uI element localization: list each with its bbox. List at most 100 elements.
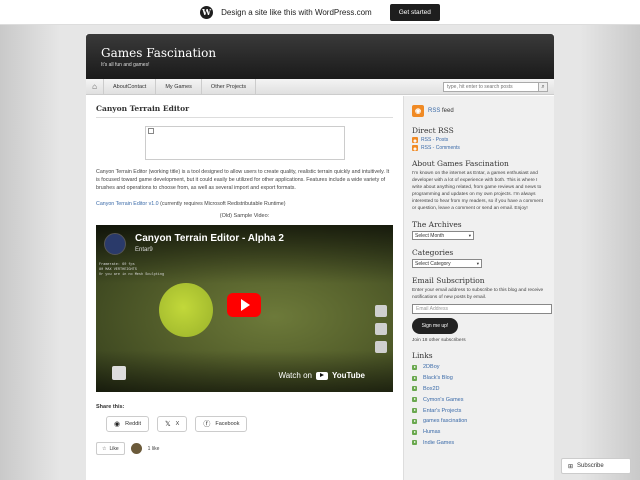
watch-on-label: Watch on: [278, 371, 312, 380]
youtube-logo-icon: [315, 371, 328, 380]
tool-thumbnail-icon: [112, 366, 126, 380]
link-label[interactable]: Humas: [423, 429, 440, 435]
site-title[interactable]: Games Fascination: [101, 46, 554, 60]
email-subscription-title: Email Subscription: [412, 276, 485, 285]
rss-posts-link[interactable]: RSS - Posts: [421, 137, 448, 143]
youtube-wordmark: YouTube: [331, 371, 365, 380]
chevron-down-icon: ▾: [476, 260, 479, 266]
link-item[interactable]: Cymon's Games: [412, 394, 546, 405]
share-heading: Share this:: [96, 404, 125, 410]
bullet-arrow-icon: [412, 397, 417, 403]
subscribe-button[interactable]: ⊞ Subscribe: [561, 458, 631, 474]
nav-item-my-games[interactable]: My Games: [156, 78, 202, 95]
subscribe-label: Subscribe: [577, 463, 604, 469]
links-title: Links: [412, 351, 433, 360]
email-subscription-text: Enter your email address to subscribe to…: [412, 288, 544, 300]
share-facebook-button[interactable]: ⓕ Facebook: [195, 416, 248, 432]
play-icon: [240, 299, 250, 311]
chevron-down-icon: ▾: [468, 232, 471, 238]
share-label: Reddit: [125, 421, 142, 427]
link-label[interactable]: Box2D: [423, 386, 440, 392]
tool-icon: [375, 305, 387, 317]
wordpress-logo-icon[interactable]: W: [200, 5, 214, 19]
sign-me-up-button[interactable]: Sign me up!: [412, 318, 458, 334]
like-row: ☆ Like 1 like: [96, 442, 393, 455]
link-item[interactable]: Humas: [412, 427, 546, 438]
categories-title: Categories: [412, 248, 454, 257]
link-label[interactable]: Black's Blog: [423, 375, 453, 381]
download-link[interactable]: Canyon Terrain Editor v1.0: [96, 201, 159, 207]
search-input[interactable]: [443, 82, 539, 92]
sidebar: ◉ RSS feed Direct RSS ◉ RSS - Posts ◉ RS…: [403, 96, 554, 480]
bullet-arrow-icon: [412, 364, 417, 370]
share-reddit-button[interactable]: ◉ Reddit: [106, 416, 150, 432]
channel-avatar[interactable]: [104, 233, 126, 255]
post-title[interactable]: Canyon Terrain Editor: [96, 104, 393, 118]
play-button[interactable]: [227, 293, 261, 317]
rss-icon: ◉: [412, 145, 418, 151]
link-label[interactable]: 2DBoy: [423, 364, 440, 370]
tool-icon: [375, 323, 387, 335]
subscriber-count: Join 18 other subscribers: [412, 338, 466, 343]
like-label: Like: [109, 445, 119, 452]
about-title: About Games Fascination: [412, 159, 509, 168]
share-x-button[interactable]: 𝕏 X: [157, 416, 188, 432]
direct-rss-title: Direct RSS: [412, 126, 454, 135]
broken-image-icon: [148, 128, 154, 134]
link-label[interactable]: games fascination: [423, 418, 467, 424]
liker-avatar[interactable]: [130, 443, 142, 454]
link-item[interactable]: Entar's Projects: [412, 405, 546, 416]
x-icon: 𝕏: [165, 421, 171, 428]
archives-selected: Select Month: [415, 232, 445, 239]
nav-item-about-contact[interactable]: AboutContact: [104, 78, 157, 95]
main-content: Canyon Terrain Editor Canyon Terrain Edi…: [96, 104, 393, 480]
video-title[interactable]: Canyon Terrain Editor - Alpha 2: [135, 233, 284, 244]
get-started-button[interactable]: Get started: [389, 3, 440, 21]
rss-label[interactable]: RSS: [428, 108, 440, 114]
bullet-arrow-icon: [412, 429, 417, 435]
rss-icon[interactable]: ◉: [412, 105, 424, 117]
youtube-video-embed[interactable]: Framerate: 60 fps 80 MAX VERTHEIGHTS Or …: [96, 225, 393, 392]
rss-comments-link[interactable]: RSS - Comments: [421, 145, 460, 151]
search-icon[interactable]: ⌕: [539, 82, 548, 92]
page-container: Games Fascination It's all fun and games…: [86, 34, 554, 480]
facebook-icon: ⓕ: [203, 421, 211, 428]
rss-comments-row[interactable]: ◉ RSS - Comments: [412, 145, 546, 151]
nav-item-other-projects[interactable]: Other Projects: [202, 78, 257, 95]
home-icon[interactable]: ⌂: [86, 78, 104, 95]
bullet-arrow-icon: [412, 440, 417, 446]
rss-feed-row: ◉ RSS feed: [412, 104, 546, 118]
reddit-icon: ◉: [114, 421, 121, 428]
bullet-arrow-icon: [412, 408, 417, 414]
download-paragraph: Canyon Terrain Editor v1.0 (currently re…: [96, 200, 393, 208]
link-item[interactable]: Box2D: [412, 384, 546, 395]
bullet-arrow-icon: [412, 386, 417, 392]
email-field[interactable]: Email Address: [412, 304, 552, 314]
share-buttons: ◉ Reddit 𝕏 X ⓕ Facebook: [106, 416, 393, 432]
star-icon: ☆: [102, 445, 107, 452]
rss-suffix: feed: [440, 108, 454, 114]
link-item[interactable]: games fascination: [412, 416, 546, 427]
wordpress-promo-bar: W Design a site like this with WordPress…: [0, 0, 640, 25]
site-tagline: It's all fun and games!: [101, 62, 150, 68]
rss-icon: ◉: [412, 137, 418, 143]
video-caption: (Old) Sample Video:: [219, 213, 270, 219]
archives-select[interactable]: Select Month ▾: [412, 231, 474, 240]
link-item[interactable]: 2DBoy: [412, 362, 546, 373]
download-note: (currently requires Microsoft Redistribu…: [158, 201, 286, 207]
link-label[interactable]: Indie Games: [423, 440, 454, 446]
like-button[interactable]: ☆ Like: [96, 442, 125, 455]
bullet-arrow-icon: [412, 375, 417, 381]
rss-feed-link[interactable]: RSS feed: [428, 108, 454, 114]
rss-posts-row[interactable]: ◉ RSS - Posts: [412, 137, 546, 143]
like-count: 1 like: [147, 445, 160, 452]
site-header: Games Fascination It's all fun and games…: [86, 34, 554, 79]
video-channel[interactable]: Entar9: [135, 247, 153, 253]
link-label[interactable]: Entar's Projects: [423, 408, 461, 414]
categories-select[interactable]: Select Category ▾: [412, 259, 482, 268]
link-label[interactable]: Cymon's Games: [423, 397, 463, 403]
link-item[interactable]: Indie Games: [412, 438, 546, 449]
watch-on-youtube-button[interactable]: Watch on YouTube: [278, 371, 365, 380]
hud-line: Or you are in no Mesh Sculpting: [99, 273, 165, 277]
link-item[interactable]: Black's Blog: [412, 373, 546, 384]
